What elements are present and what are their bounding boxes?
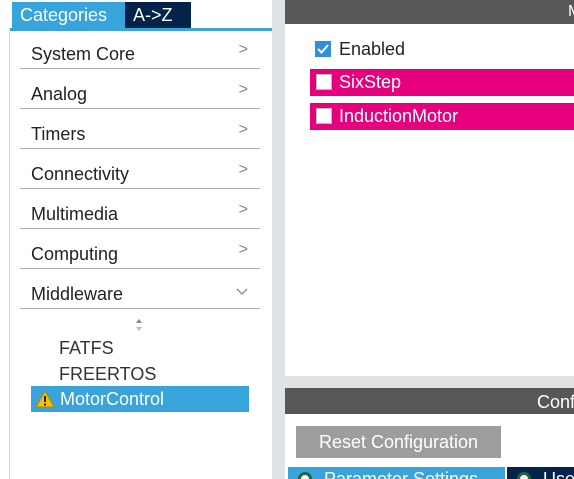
warning-icon: [35, 390, 55, 408]
chevron-down-icon: [236, 288, 248, 295]
configuration-header-title: Conf: [537, 392, 574, 412]
tab-label: User: [543, 469, 574, 479]
category-label: Connectivity: [31, 164, 130, 184]
tab-label: Parameter Settings: [324, 469, 479, 479]
chevron-right-icon: >: [238, 161, 248, 178]
option-inductionmotor[interactable]: InductionMotor: [310, 103, 574, 130]
mode-header: M: [285, 0, 574, 24]
chevron-right-icon: >: [238, 121, 248, 138]
category-analog[interactable]: Analog >: [20, 80, 260, 109]
category-label: Middleware: [31, 284, 124, 304]
category-label: Timers: [31, 124, 86, 144]
configuration-header: Conf: [285, 388, 574, 414]
tab-parameter-settings[interactable]: Parameter Settings: [288, 467, 505, 479]
middleware-item-motorcontrol[interactable]: MotorControl: [31, 386, 249, 412]
mode-header-title: M: [568, 3, 574, 21]
category-connectivity[interactable]: Connectivity >: [20, 160, 260, 189]
category-label: Analog: [31, 84, 88, 104]
status-dot-icon: [517, 472, 531, 479]
checkmark-icon: [317, 44, 329, 54]
chevron-right-icon: >: [238, 41, 248, 58]
category-middleware[interactable]: Middleware: [20, 280, 260, 309]
middleware-item-fatfs[interactable]: FATFS: [59, 338, 114, 359]
middleware-item-label: MotorControl: [60, 389, 165, 409]
category-label: System Core: [31, 44, 136, 64]
sort-arrows-icon[interactable]: [135, 318, 143, 332]
config-tabs: Parameter Settings User: [288, 467, 574, 479]
categories-pane: Categories A->Z System Core > Analog > T…: [0, 0, 272, 479]
reset-configuration-button[interactable]: Reset Configuration: [296, 426, 501, 458]
tabs-underline: [10, 28, 272, 31]
chevron-right-icon: >: [238, 81, 248, 98]
enabled-label: Enabled: [339, 39, 406, 59]
pane-border: [9, 31, 10, 479]
option-sixstep[interactable]: SixStep: [310, 69, 574, 96]
horizontal-splitter[interactable]: [285, 376, 574, 388]
category-system-core[interactable]: System Core >: [20, 40, 260, 69]
category-label: Computing: [31, 244, 119, 264]
chevron-right-icon: >: [238, 201, 248, 218]
chevron-right-icon: >: [238, 241, 248, 258]
middleware-item-freertos[interactable]: FREERTOS: [59, 364, 156, 385]
option-label: InductionMotor: [339, 106, 459, 126]
inductionmotor-checkbox[interactable]: [316, 108, 332, 124]
category-label: Multimedia: [31, 204, 119, 224]
enabled-checkbox[interactable]: [315, 41, 331, 57]
status-dot-icon: [298, 472, 312, 479]
category-timers[interactable]: Timers >: [20, 120, 260, 149]
sixstep-checkbox[interactable]: [316, 74, 332, 90]
category-multimedia[interactable]: Multimedia >: [20, 200, 260, 229]
pane-splitter[interactable]: [272, 0, 285, 479]
tab-a-to-z[interactable]: A->Z: [125, 2, 191, 28]
category-computing[interactable]: Computing >: [20, 240, 260, 269]
option-label: SixStep: [339, 72, 402, 92]
tab-categories[interactable]: Categories: [12, 2, 125, 28]
category-tabs: Categories A->Z: [12, 2, 191, 28]
tab-user[interactable]: User: [507, 467, 574, 479]
